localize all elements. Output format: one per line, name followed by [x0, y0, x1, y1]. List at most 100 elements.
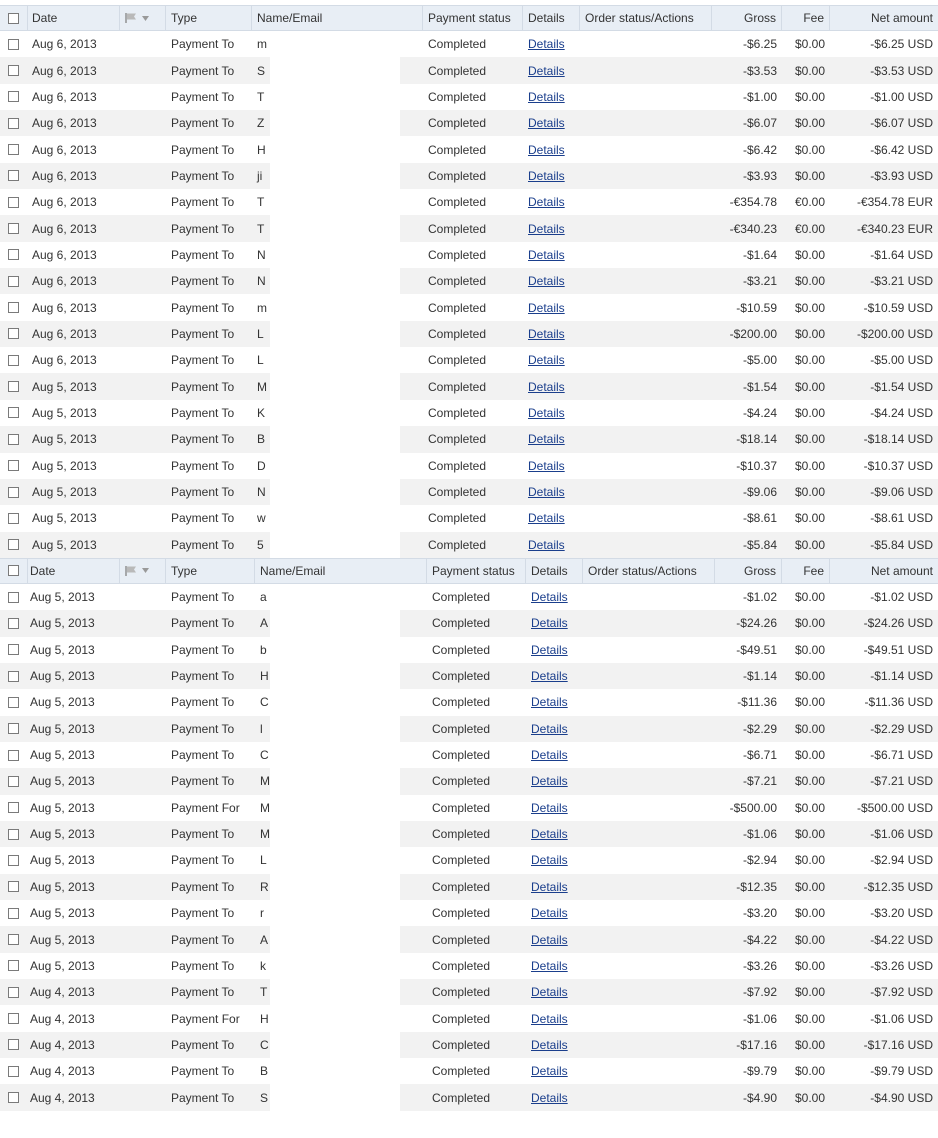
- details-link[interactable]: Details: [531, 959, 568, 973]
- cell-details: Details: [523, 31, 580, 57]
- row-checkbox[interactable]: [8, 144, 19, 156]
- row-checkbox[interactable]: [8, 328, 19, 340]
- cell-net: -$3.93 USD: [830, 163, 938, 189]
- row-checkbox[interactable]: [8, 354, 19, 366]
- cell-details: Details: [523, 242, 580, 268]
- row-checkbox[interactable]: [8, 591, 19, 603]
- flag-filter-icon[interactable]: [125, 12, 149, 24]
- row-checkbox[interactable]: [8, 907, 19, 919]
- header-cb[interactable]: [0, 6, 28, 30]
- row-checkbox[interactable]: [8, 302, 19, 314]
- details-link[interactable]: Details: [528, 37, 565, 51]
- date-value: Aug 5, 2013: [30, 906, 95, 921]
- details-link[interactable]: Details: [531, 590, 568, 604]
- header-flag[interactable]: [120, 558, 166, 583]
- row-checkbox[interactable]: [8, 381, 19, 393]
- row-checkbox[interactable]: [8, 196, 19, 208]
- details-link[interactable]: Details: [531, 906, 568, 920]
- details-link[interactable]: Details: [528, 353, 565, 367]
- row-checkbox[interactable]: [8, 486, 19, 498]
- details-link[interactable]: Details: [531, 695, 568, 709]
- details-link[interactable]: Details: [528, 459, 565, 473]
- details-link[interactable]: Details: [531, 1012, 568, 1026]
- row-checkbox[interactable]: [8, 65, 19, 77]
- details-link[interactable]: Details: [528, 380, 565, 394]
- details-link[interactable]: Details: [531, 933, 568, 947]
- details-link[interactable]: Details: [531, 1091, 568, 1105]
- row-checkbox[interactable]: [8, 275, 19, 287]
- select-all-checkbox[interactable]: [8, 12, 19, 24]
- row-checkbox[interactable]: [8, 512, 19, 524]
- details-link[interactable]: Details: [528, 301, 565, 315]
- row-checkbox[interactable]: [8, 960, 19, 972]
- details-link[interactable]: Details: [528, 169, 565, 183]
- row-checkbox[interactable]: [8, 644, 19, 656]
- details-link[interactable]: Details: [531, 722, 568, 736]
- row-checkbox[interactable]: [8, 1092, 19, 1104]
- details-link[interactable]: Details: [528, 327, 565, 341]
- row-checkbox[interactable]: [8, 407, 19, 419]
- details-link[interactable]: Details: [531, 643, 568, 657]
- fee-value: $0.00: [794, 590, 825, 605]
- row-checkbox[interactable]: [8, 775, 19, 787]
- header-flag[interactable]: [120, 6, 166, 30]
- row-checkbox[interactable]: [8, 1039, 19, 1051]
- details-link[interactable]: Details: [528, 195, 565, 209]
- details-link[interactable]: Details: [528, 116, 565, 130]
- header-label-details: Details: [531, 563, 568, 578]
- select-all-checkbox[interactable]: [8, 565, 19, 577]
- cell-date: Aug 5, 2013: [28, 874, 120, 900]
- row-checkbox[interactable]: [8, 986, 19, 998]
- row-checkbox[interactable]: [8, 854, 19, 866]
- row-checkbox[interactable]: [8, 828, 19, 840]
- row-checkbox[interactable]: [8, 696, 19, 708]
- details-link[interactable]: Details: [528, 90, 565, 104]
- row-checkbox[interactable]: [8, 1065, 19, 1077]
- details-link[interactable]: Details: [528, 274, 565, 288]
- details-link[interactable]: Details: [531, 827, 568, 841]
- details-link[interactable]: Details: [528, 432, 565, 446]
- row-checkbox[interactable]: [8, 881, 19, 893]
- row-checkbox[interactable]: [8, 934, 19, 946]
- row-checkbox[interactable]: [8, 117, 19, 129]
- details-link[interactable]: Details: [528, 64, 565, 78]
- cell-order: [583, 689, 715, 715]
- details-link[interactable]: Details: [531, 801, 568, 815]
- row-checkbox[interactable]: [8, 170, 19, 182]
- row-checkbox[interactable]: [8, 670, 19, 682]
- row-checkbox[interactable]: [8, 617, 19, 629]
- details-link[interactable]: Details: [528, 485, 565, 499]
- row-checkbox[interactable]: [8, 723, 19, 735]
- details-link[interactable]: Details: [531, 985, 568, 999]
- name-value: N: [257, 274, 266, 289]
- row-checkbox[interactable]: [8, 460, 19, 472]
- details-link[interactable]: Details: [531, 616, 568, 630]
- row-checkbox[interactable]: [8, 749, 19, 761]
- row-checkbox[interactable]: [8, 38, 19, 50]
- details-link[interactable]: Details: [528, 406, 565, 420]
- row-checkbox[interactable]: [8, 433, 19, 445]
- details-link[interactable]: Details: [531, 1038, 568, 1052]
- row-checkbox[interactable]: [8, 249, 19, 261]
- details-link[interactable]: Details: [531, 1064, 568, 1078]
- flag-filter-icon[interactable]: [125, 565, 149, 577]
- row-checkbox[interactable]: [8, 1013, 19, 1025]
- details-link[interactable]: Details: [528, 222, 565, 236]
- details-link[interactable]: Details: [528, 248, 565, 262]
- cell-order: [580, 84, 712, 110]
- details-link[interactable]: Details: [531, 853, 568, 867]
- details-link[interactable]: Details: [528, 511, 565, 525]
- cell-type: Payment To: [166, 821, 255, 847]
- details-link[interactable]: Details: [531, 880, 568, 894]
- row-checkbox[interactable]: [8, 223, 19, 235]
- cell-type: Payment To: [166, 742, 255, 768]
- row-checkbox[interactable]: [8, 539, 19, 551]
- row-checkbox[interactable]: [8, 91, 19, 103]
- details-link[interactable]: Details: [531, 774, 568, 788]
- details-link[interactable]: Details: [528, 538, 565, 552]
- details-link[interactable]: Details: [528, 143, 565, 157]
- row-checkbox[interactable]: [8, 802, 19, 814]
- header-cb[interactable]: [0, 558, 28, 583]
- details-link[interactable]: Details: [531, 669, 568, 683]
- details-link[interactable]: Details: [531, 748, 568, 762]
